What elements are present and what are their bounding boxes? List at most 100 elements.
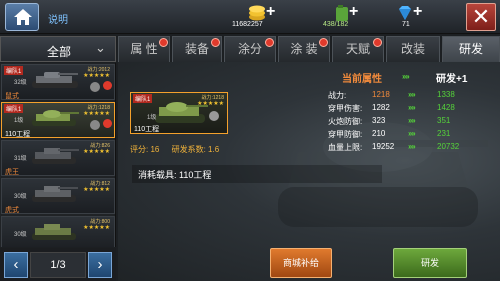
pager: ‹ 1/3 ›: [0, 248, 116, 281]
next-page-button[interactable]: ›: [88, 252, 112, 278]
tank-level: 30级: [14, 194, 27, 200]
stat-next: 20732: [437, 142, 460, 151]
tank-card-tiger[interactable]: 战力:812 ★★★★★ 30级 虎式: [1, 178, 115, 214]
fuel-resource: + 438/182: [323, 2, 383, 32]
tank-icon: [32, 72, 78, 88]
research-plus-header: 研发+1: [436, 74, 468, 85]
star-rating: ★★★★★: [83, 111, 110, 117]
chevron-left-icon: ‹: [13, 256, 19, 273]
current-attributes-header: 当前属性: [342, 74, 382, 85]
stat-next: 231: [437, 129, 451, 138]
alert-dot-icon: [211, 38, 220, 47]
diamond-resource: + 71: [396, 2, 436, 32]
tank-card-mouse[interactable]: 编队1 战力:2012 ★★★★★ 32级 鼠式: [1, 64, 115, 100]
help-link[interactable]: 说明: [48, 11, 68, 26]
score-label: 评分: 16: [130, 145, 160, 154]
tank-name: 110工程: [5, 131, 31, 138]
team-badge: 编队1: [4, 104, 24, 113]
stat-current: 1282: [372, 103, 390, 112]
alert-dot-icon: [103, 81, 112, 90]
star-rating: ★★★★★: [83, 149, 110, 155]
tank-name: 虎式: [5, 207, 19, 214]
stat-row-pen-damage: 穿甲伤害: 1282 ›››› 1428: [328, 103, 498, 114]
filter-dropdown[interactable]: 全部 ⌄: [0, 36, 116, 62]
stat-key: 战力:: [328, 91, 347, 100]
fuel-plus-button[interactable]: +: [349, 3, 358, 21]
shop-supply-button[interactable]: 商城补给: [270, 248, 332, 278]
tab-equipment[interactable]: 装备: [172, 36, 222, 62]
close-button[interactable]: ✕: [466, 3, 496, 31]
stat-key: 火炮防御:: [328, 117, 363, 126]
score-line: 评分: 16 研发系数: 1.6: [130, 144, 229, 155]
consume-label: 消耗载具: 110工程: [138, 170, 212, 180]
tab-bar: 属 性 装备 涂分 涂 装 天赋 改装 研发: [118, 36, 500, 62]
tab-label: 涂 装: [290, 42, 318, 56]
home-button[interactable]: [5, 3, 39, 31]
gold-resource: + 11682257: [232, 2, 308, 32]
tab-talent[interactable]: 天赋: [332, 36, 384, 62]
tank-name: 鼠式: [5, 93, 19, 100]
stat-current: 210: [372, 129, 386, 138]
tab-modify[interactable]: 改装: [386, 36, 440, 62]
tank-icon: [32, 224, 76, 240]
page-indicator: 1/3: [30, 252, 86, 278]
tank-icon: [32, 110, 79, 126]
arrows-icon: ››››: [408, 90, 416, 99]
tank-icon: [32, 186, 78, 202]
diamond-plus-button[interactable]: +: [413, 3, 422, 21]
tank-name: 110工程: [134, 126, 160, 133]
diamond-icon: [399, 6, 411, 20]
crew-avatar-icon: [209, 111, 219, 121]
tank-name: 虎王: [5, 169, 19, 176]
coins-icon: [249, 5, 265, 21]
tank-level: 31级: [14, 156, 27, 162]
tab-research[interactable]: 研发: [442, 36, 500, 62]
tank-icon: [155, 102, 208, 123]
tab-label: 装备: [184, 42, 209, 56]
gold-plus-button[interactable]: +: [266, 3, 275, 21]
tank-level: 32级: [14, 80, 27, 86]
stat-next: 1338: [437, 90, 455, 99]
selected-tank-card: 编队1 战力:1218 ★★★★★ 1级 110工程: [130, 92, 228, 134]
research-panel: 编队1 战力:1218 ★★★★★ 1级 110工程 评分: 16 研发系数: …: [118, 62, 500, 281]
diamond-value: 71: [402, 21, 410, 28]
tank-card-king-tiger[interactable]: 战力:826 ★★★★★ 31级 虎王: [1, 140, 115, 176]
tab-attributes[interactable]: 属 性: [118, 36, 170, 62]
stat-key: 穿甲伤害:: [328, 104, 363, 113]
star-rating: ★★★★★: [83, 73, 110, 79]
close-icon: ✕: [471, 4, 491, 29]
team-badge: 编队1: [4, 66, 24, 75]
chevron-right-icon: ›: [97, 256, 103, 273]
arrows-icon: ››››: [408, 103, 416, 112]
team-badge: 编队1: [133, 94, 153, 103]
tank-card-fifth[interactable]: 战力:800 ★★★★★ 30级: [1, 216, 115, 247]
alert-dot-icon: [373, 38, 382, 47]
star-rating: ★★★★★: [83, 225, 110, 231]
tab-paint[interactable]: 涂 装: [278, 36, 330, 62]
stat-row-pen-def: 穿甲防御: 210 ›››› 231: [328, 129, 498, 140]
alert-dot-icon: [103, 119, 112, 128]
research-button[interactable]: 研发: [393, 248, 467, 278]
tab-skills[interactable]: 涂分: [224, 36, 276, 62]
crew-avatar-icon: [90, 120, 100, 130]
arrows-icon: ››››: [408, 116, 416, 125]
alert-dot-icon: [265, 38, 274, 47]
consume-vehicle-box: 消耗载具: 110工程: [132, 165, 382, 183]
tab-label: 属 性: [130, 42, 158, 56]
stat-next: 351: [437, 116, 451, 125]
crew-avatar-icon: [90, 82, 100, 92]
gold-value: 11682257: [232, 21, 263, 28]
stat-current: 19252: [372, 142, 395, 151]
tank-icon: [32, 148, 79, 164]
tab-label: 涂分: [237, 42, 262, 56]
fuel-value: 438/182: [323, 21, 349, 28]
stat-current: 1218: [372, 90, 390, 99]
arrows-icon: ››››: [408, 142, 416, 151]
tab-label: 研发: [458, 42, 483, 56]
tank-level: 30级: [14, 232, 27, 238]
prev-page-button[interactable]: ‹: [4, 252, 28, 278]
alert-dot-icon: [319, 38, 328, 47]
stat-current: 323: [372, 116, 386, 125]
stat-row-hp: 血量上限: 19252 ›››› 20732: [328, 142, 498, 153]
tank-card-110[interactable]: 编队1 战力:1218 ★★★★★ 1级 110工程: [1, 102, 115, 138]
